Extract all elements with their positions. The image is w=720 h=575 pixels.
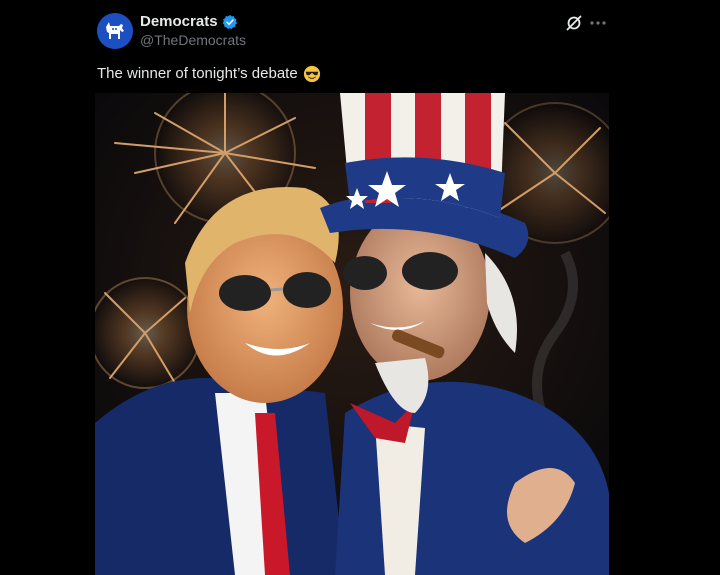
grok-button[interactable] (565, 14, 583, 32)
display-name[interactable]: Democrats (140, 13, 218, 31)
photo-illustration (95, 93, 609, 575)
more-options-button[interactable] (588, 14, 608, 32)
sunglasses-emoji-icon (303, 65, 320, 82)
avatar[interactable] (97, 13, 133, 49)
verified-badge-icon (222, 15, 237, 29)
post-text: The winner of tonight’s debate (97, 64, 321, 83)
post: Democrats @TheDemocrats The winner of to… (0, 0, 720, 575)
post-media-photo[interactable] (95, 93, 609, 575)
author-name[interactable]: Democrats (140, 13, 238, 31)
more-options-icon (590, 21, 606, 25)
post-text-content: The winner of tonight’s debate (97, 65, 298, 82)
donkey-logo-icon (97, 13, 133, 49)
grok-icon (566, 15, 582, 31)
author-handle[interactable]: @TheDemocrats (140, 32, 246, 49)
